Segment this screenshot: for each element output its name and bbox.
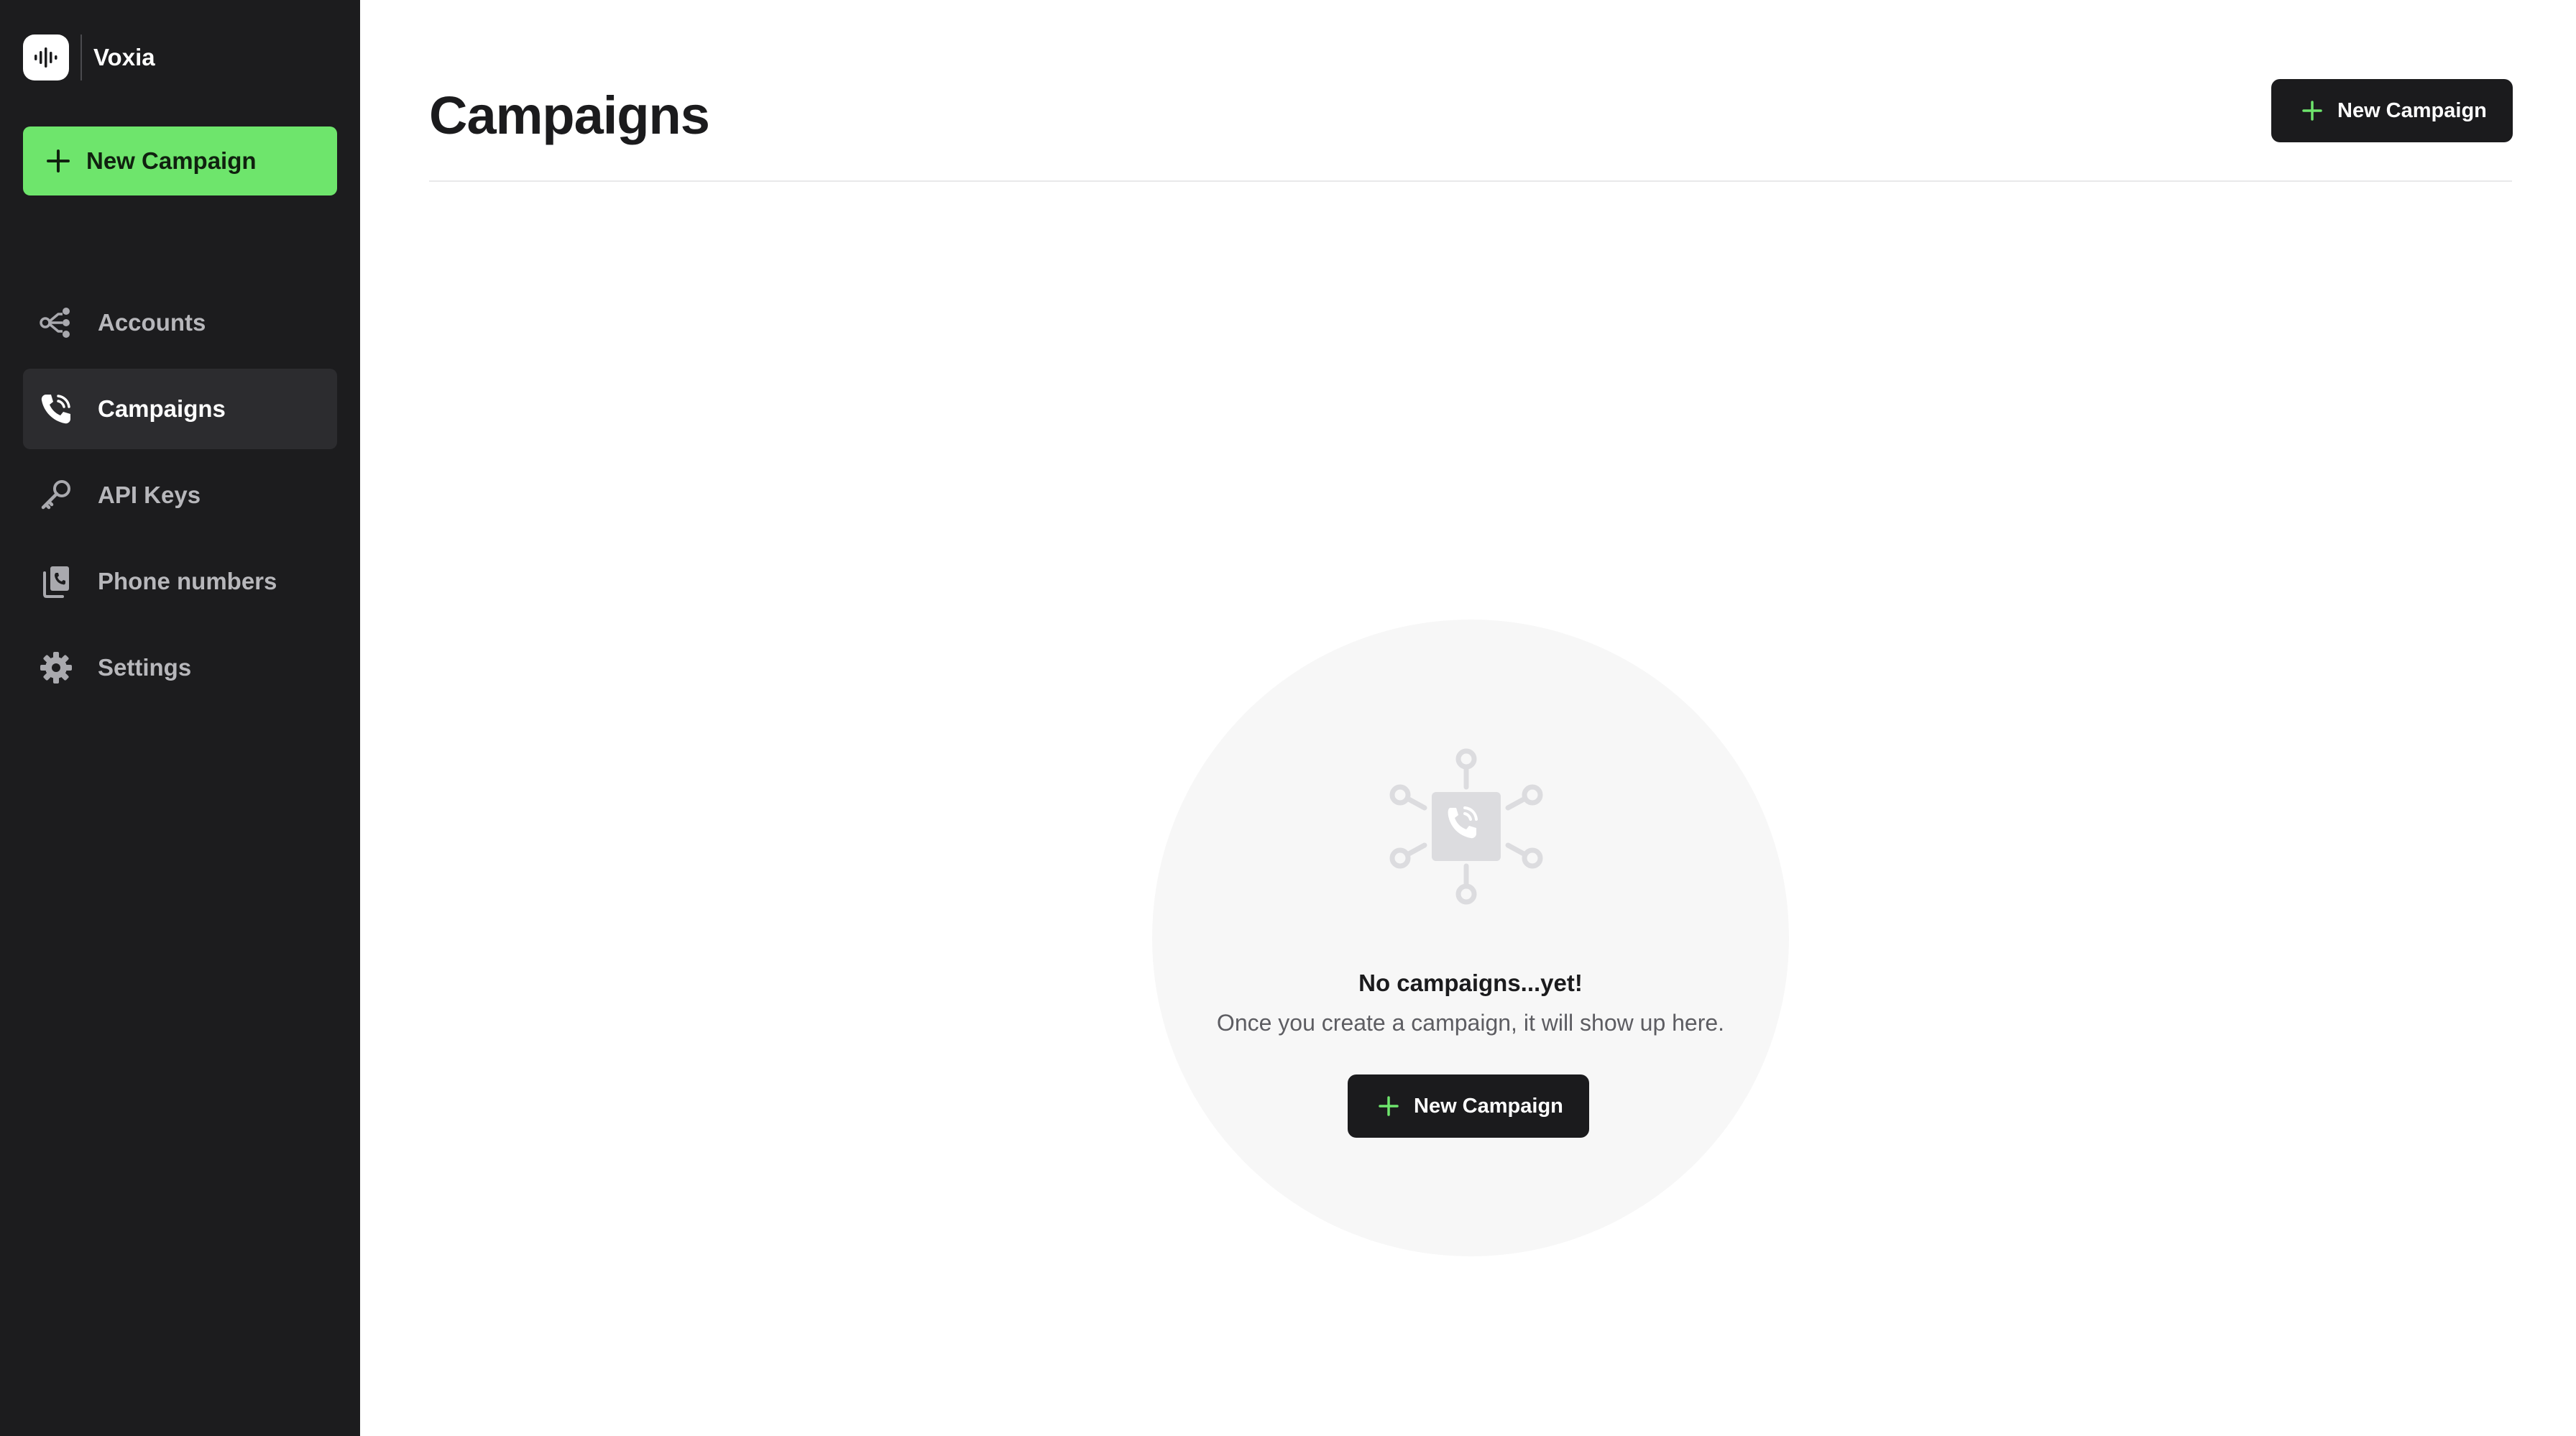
- plus-icon: [2302, 101, 2322, 121]
- sidebar-item-label: Phone numbers: [98, 568, 277, 594]
- sidebar-item-label: Campaigns: [98, 395, 226, 422]
- sidebar-item-campaigns[interactable]: Campaigns: [23, 369, 337, 449]
- header-new-campaign-label: New Campaign: [2337, 98, 2487, 122]
- sidebar-item-label: Accounts: [98, 309, 206, 336]
- soundwave-icon: [23, 34, 69, 80]
- sidebar-item-accounts[interactable]: Accounts: [23, 282, 337, 363]
- sidebar-item-label: Settings: [98, 654, 192, 681]
- plus-icon: [1379, 1096, 1399, 1116]
- brand-name: Voxia: [93, 44, 155, 70]
- sidebar-item-label: API Keys: [98, 482, 201, 508]
- phone-numbers-icon: [37, 563, 75, 600]
- sidebar-item-api-keys[interactable]: API Keys: [23, 455, 337, 535]
- empty-state-subtitle: Once you create a campaign, it will show…: [1216, 1010, 1725, 1036]
- accounts-hierarchy-icon: [37, 304, 75, 341]
- header-divider: [429, 180, 2512, 182]
- empty-state-backdrop: [1152, 620, 1789, 1256]
- empty-state-new-campaign-button[interactable]: New Campaign: [1348, 1074, 1589, 1138]
- sidebar-item-phone-numbers[interactable]: Phone numbers: [23, 541, 337, 622]
- header-new-campaign-button[interactable]: New Campaign: [2271, 79, 2513, 142]
- empty-state-title: No campaigns...yet!: [1358, 970, 1583, 996]
- key-icon: [37, 477, 75, 514]
- gear-icon: [37, 649, 75, 686]
- brand[interactable]: Voxia: [23, 34, 155, 80]
- sidebar-new-campaign-label: New Campaign: [86, 147, 257, 174]
- brand-divider: [80, 34, 82, 80]
- phone-call-icon: [37, 390, 75, 428]
- sidebar-item-settings[interactable]: Settings: [23, 627, 337, 708]
- sidebar-new-campaign-button[interactable]: New Campaign: [23, 126, 337, 195]
- campaign-network-icon: [1389, 748, 1543, 905]
- app-window: Voxia New Campaign Accounts Campaigns AP…: [0, 0, 2576, 1436]
- plus-icon: [47, 149, 70, 172]
- page-title: Campaigns: [429, 86, 710, 145]
- sidebar: Voxia New Campaign Accounts Campaigns AP…: [0, 0, 360, 1436]
- empty-state-new-campaign-label: New Campaign: [1414, 1094, 1563, 1118]
